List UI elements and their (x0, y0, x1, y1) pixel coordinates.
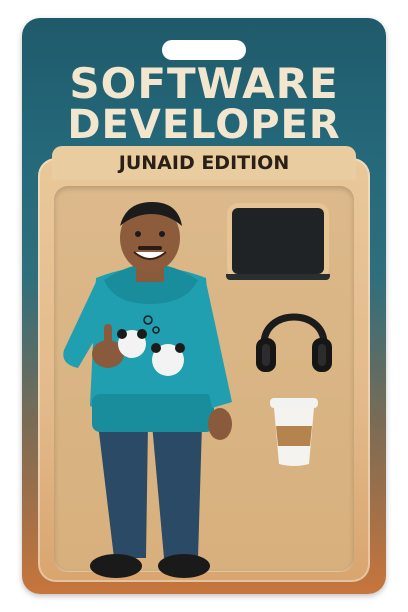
title-line-1: SOFTWARE (69, 59, 339, 108)
title-line-2: DEVELOPER (67, 102, 341, 148)
headphones-icon (256, 313, 332, 372)
coffee-cup-icon (270, 398, 318, 466)
edition-label: JUNAID EDITION (52, 146, 356, 180)
developer-action-figure (63, 202, 232, 578)
hang-hole (162, 40, 246, 60)
